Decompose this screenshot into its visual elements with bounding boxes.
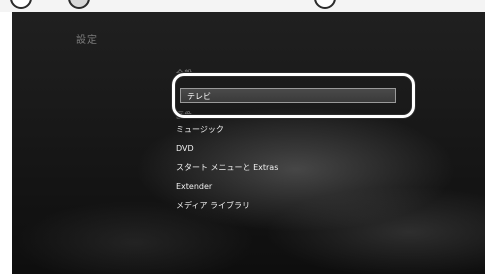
media-center-settings-screen: 設定 全般 テレビ 画像 ミュージック DVD スタート メニューと Extra… bbox=[12, 12, 485, 274]
callout-marker bbox=[314, 0, 336, 9]
page-title: 設定 bbox=[76, 35, 98, 46]
document-frame-top bbox=[0, 0, 485, 12]
menu-item-media-library[interactable]: メディア ライブラリ bbox=[176, 199, 250, 213]
menu-item-start-menu-extras[interactable]: スタート メニューと Extras bbox=[176, 161, 278, 175]
callout-marker bbox=[10, 0, 32, 9]
callout-highlight-ring bbox=[172, 73, 415, 118]
menu-item-music[interactable]: ミュージック bbox=[176, 123, 224, 137]
menu-item-extender[interactable]: Extender bbox=[176, 180, 212, 194]
callout-marker bbox=[68, 0, 90, 9]
menu-item-dvd[interactable]: DVD bbox=[176, 142, 194, 156]
